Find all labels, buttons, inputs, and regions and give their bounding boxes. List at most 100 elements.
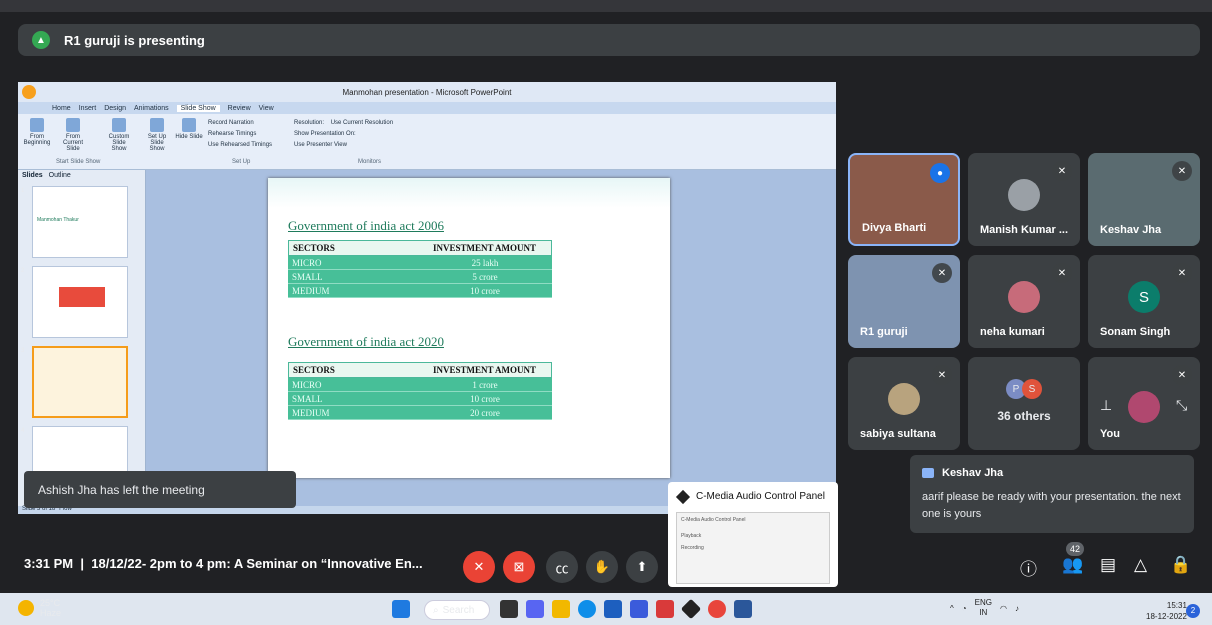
table-2020: SECTORS INVESTMENT AMOUNT MICRO 1 crore SM… [288, 362, 552, 420]
slides-pane: Slides Outline Manmohan Thakur 1 2 3 4 [18, 170, 146, 514]
mic-off-icon: ✕ [1052, 161, 1072, 181]
table-row: SMALL 5 crore [288, 270, 552, 284]
task-view-icon[interactable] [500, 600, 518, 618]
ribbon-tab-insert: Insert [78, 104, 97, 112]
meeting-info: 3:31 PM | 18/12/22- 2pm to 4 pm: A Semin… [24, 556, 423, 571]
chrome-icon[interactable] [708, 600, 726, 618]
ribbon-tab-view: View [258, 104, 274, 112]
host-controls-icon[interactable]: 🔒 [1170, 555, 1191, 575]
chat-notification[interactable]: Keshav Jha aarif please be ready with yo… [910, 455, 1194, 533]
mic-toggle-button[interactable]: ✕ [463, 551, 495, 583]
app-icon[interactable] [630, 600, 648, 618]
system-tray[interactable]: ^ ◔ ENG IN ◠ ♪ [950, 598, 1019, 618]
chat-icon[interactable]: ▤ [1100, 555, 1116, 575]
people-icon[interactable]: 👥 [1062, 555, 1083, 575]
participant-tile-divya[interactable]: ● Divya Bharti [848, 153, 960, 246]
raise-hand-button[interactable]: ✋ [586, 551, 618, 583]
taskbar-search[interactable]: ⌕ Search [424, 600, 490, 620]
chat-sender: Keshav Jha [942, 467, 1004, 479]
participant-tile-others[interactable]: P S 36 others [968, 357, 1080, 450]
camera-toggle-button[interactable]: ⊠ [503, 551, 535, 583]
ppt-title-bar: Manmohan presentation - Microsoft PowerP… [18, 82, 836, 102]
table-row: MEDIUM 20 crore [288, 406, 552, 420]
group-setup-label: Set Up [232, 159, 251, 165]
avatar: S [1022, 379, 1042, 399]
chat-icon [922, 468, 934, 478]
current-slide: Government of india act 2006 SECTORS INVE… [268, 178, 670, 478]
minimize-icon[interactable]: ⤡ [1176, 397, 1187, 414]
wifi-icon[interactable]: ◠ [1000, 604, 1007, 613]
speaking-icon: ● [930, 163, 950, 183]
table-2006: SECTORS INVESTMENT AMOUNT MICRO 25 lakh SM… [288, 240, 552, 298]
slide-thumb-2 [32, 266, 128, 338]
network-icon[interactable]: ◔ [962, 604, 967, 613]
ribbon-tab-review: Review [227, 104, 251, 112]
table-row: MICRO 1 crore [288, 378, 552, 392]
participant-tile-keshav[interactable]: ✕ Keshav Jha [1088, 153, 1200, 246]
edge-icon[interactable] [578, 600, 596, 618]
table-header: SECTORS INVESTMENT AMOUNT [288, 240, 552, 256]
ribbon-tabs: Home Insert Design Animations Slide Show… [18, 102, 836, 114]
presenting-banner: ▲ R1 guruji is presenting [18, 24, 1200, 56]
cmedia-preview: C-Media Audio Control Panel Playback Rec… [676, 512, 830, 584]
volume-icon[interactable]: ♪ [1015, 604, 1019, 613]
sun-icon [18, 600, 34, 616]
present-icon: ▲ [32, 31, 50, 49]
avatar [1128, 391, 1160, 423]
present-button[interactable]: ⬆ [626, 551, 658, 583]
activities-icon[interactable]: △ [1134, 555, 1147, 575]
info-icon[interactable]: ⓘ [1020, 555, 1037, 580]
cmedia-icon [675, 489, 691, 504]
participant-tile-neha[interactable]: ✕ neha kumari [968, 255, 1080, 348]
browser-toolbar [0, 0, 1212, 12]
ribbon-tab-design: Design [104, 104, 126, 112]
taskbar-clock[interactable]: 15:31 18-12-2022 [1146, 600, 1187, 622]
group-start-label: Start Slide Show [56, 159, 101, 165]
cmedia-popup[interactable]: C-Media Audio Control Panel C-Media Audi… [668, 482, 838, 587]
ribbon-tab-animations: Animations [134, 104, 169, 112]
ribbon: From Beginning From Current Slide Custom… [18, 114, 836, 170]
mic-off-icon: ✕ [1172, 365, 1192, 385]
participant-tile-manish[interactable]: ✕ Manish Kumar ... [968, 153, 1080, 246]
setup-icon [150, 118, 164, 132]
app-icon[interactable] [656, 600, 674, 618]
participant-tile-sabiya[interactable]: ✕ sabiya sultana [848, 357, 960, 450]
group-monitors-label: Monitors [358, 159, 382, 165]
mic-off-icon: ✕ [1172, 263, 1192, 283]
slide-title-2006: Government of india act 2006 [288, 218, 444, 233]
chat-app-icon[interactable] [526, 600, 544, 618]
participant-tile-you[interactable]: ✕ ⊥ ⤡ You [1088, 357, 1200, 450]
ribbon-tab-slideshow: Slide Show [176, 104, 220, 112]
search-icon: ⌕ [433, 604, 439, 616]
avatar [1008, 179, 1040, 211]
setup-show-button: Set Up Slide Show [142, 118, 172, 152]
file-explorer-icon[interactable] [552, 600, 570, 618]
notification-badge[interactable]: 2 [1186, 604, 1200, 618]
table-row: SMALL 10 crore [288, 392, 552, 406]
record-options: Record Narration Rehearse Timings Use Re… [208, 120, 273, 148]
chevron-up-icon[interactable]: ^ [950, 604, 954, 613]
presenting-text: R1 guruji is presenting [64, 32, 205, 48]
store-icon[interactable] [604, 600, 622, 618]
participant-tile-sonam[interactable]: ✕ S Sonam Singh [1088, 255, 1200, 348]
slideshow-icon [112, 118, 126, 132]
pin-icon[interactable]: ⊥ [1100, 397, 1112, 414]
monitor-options: Resolution: Use Current Resolution Show … [294, 120, 394, 148]
avatar [1008, 281, 1040, 313]
slideshow-icon [66, 118, 80, 132]
from-beginning-button: From Beginning [22, 118, 52, 146]
mic-off-icon: ✕ [932, 365, 952, 385]
weather-widget[interactable]: 25°C Haze [18, 598, 61, 618]
word-icon[interactable] [734, 600, 752, 618]
ribbon-tab-home: Home [52, 104, 71, 112]
people-count-badge: 42 [1066, 542, 1084, 556]
custom-show-button: Custom Slide Show [104, 118, 134, 152]
windows-start-icon[interactable] [392, 600, 410, 618]
participant-tile-r1guruji[interactable]: ✕ R1 guruji [848, 255, 960, 348]
avatar [888, 383, 920, 415]
ppt-window-title: Manmohan presentation - Microsoft PowerP… [342, 87, 512, 97]
slideshow-icon [30, 118, 44, 132]
captions-button[interactable]: ㏄ [546, 551, 578, 583]
slide-thumb-3 [32, 346, 128, 418]
table-row: MICRO 25 lakh [288, 256, 552, 270]
